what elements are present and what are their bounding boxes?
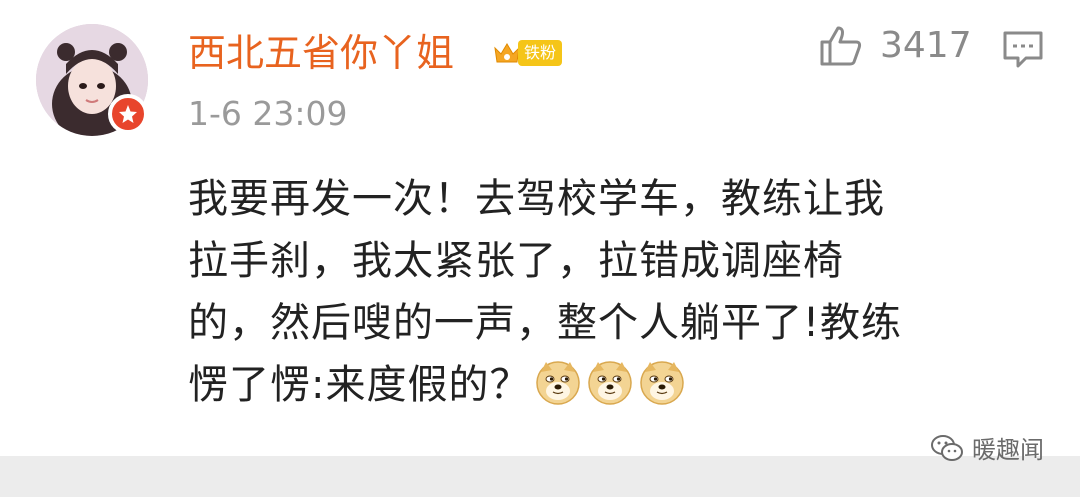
bottom-bar bbox=[0, 456, 1080, 497]
like-button[interactable]: 3417 bbox=[818, 24, 972, 68]
doge-emoji-icon bbox=[586, 358, 634, 406]
doge-emoji-icon bbox=[638, 358, 686, 406]
verified-badge-icon bbox=[108, 94, 148, 134]
comment-line: 拉手刹，我太紧张了，拉错成调座椅 bbox=[188, 238, 844, 284]
comment-icon bbox=[1003, 31, 1043, 68]
username[interactable]: 西北五省你丫姐 bbox=[188, 30, 454, 76]
timestamp: 1-6 23:09 bbox=[188, 94, 348, 133]
fan-badge-label: 铁粉 bbox=[518, 40, 563, 66]
thumbs-up-icon bbox=[820, 26, 862, 66]
comment-button[interactable] bbox=[1002, 30, 1044, 70]
comment-line-last: 愣了愣:来度假的？ bbox=[188, 354, 1028, 416]
wechat-icon bbox=[931, 434, 963, 461]
comment-line-text: 愣了愣:来度假的？ bbox=[188, 362, 531, 408]
doge-emoji-group bbox=[530, 361, 686, 408]
comment-text: 我要再发一次！去驾校学车，教练让我 拉手刹，我太紧张了，拉错成调座椅 的，然后嗖… bbox=[188, 168, 1028, 416]
like-count: 3417 bbox=[880, 25, 972, 66]
watermark-text: 暖趣闻 bbox=[972, 436, 1044, 464]
fan-badge: 铁粉 bbox=[492, 36, 564, 70]
comment-line: 我要再发一次！去驾校学车，教练让我 bbox=[188, 176, 885, 222]
comment-line: 的，然后嗖的一声，整个人躺平了!教练 bbox=[188, 300, 903, 346]
doge-emoji-icon bbox=[534, 358, 582, 406]
watermark: 暖趣闻 bbox=[930, 430, 1044, 465]
